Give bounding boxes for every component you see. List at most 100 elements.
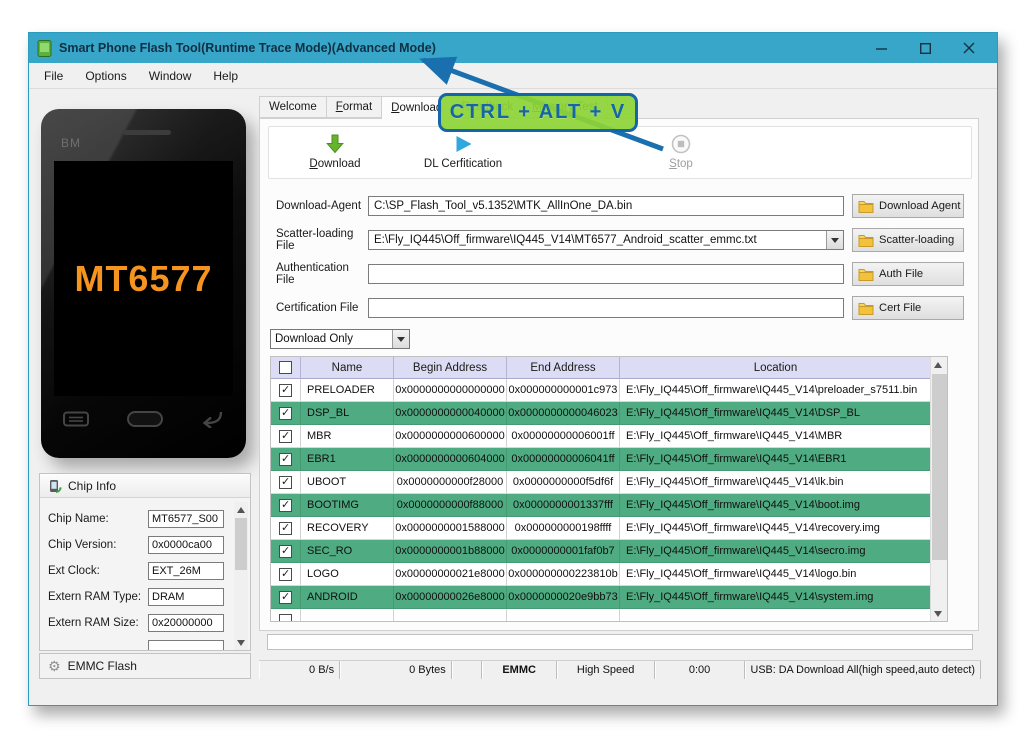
table-scrollbar[interactable] [930, 357, 947, 621]
folder-icon [858, 302, 874, 315]
cell-location: E:\Fly_IQ445\Off_firmware\IQ445_V14\MBR [626, 430, 843, 442]
tab-label: Format [335, 101, 373, 113]
tab-label: Download [391, 102, 443, 114]
menu-help[interactable]: Help [202, 65, 249, 87]
table-header-cell[interactable] [271, 357, 301, 379]
title-bar: Smart Phone Flash Tool(Runtime Trace Mod… [29, 33, 997, 63]
menu-window[interactable]: Window [138, 65, 203, 87]
cell-end-address: 0x0000000001337fff [513, 499, 613, 511]
table-header-cell[interactable]: Name [301, 357, 394, 379]
dl-certification-button[interactable]: DL Cerfitication [403, 127, 523, 178]
progress-bar [267, 634, 973, 650]
table-row[interactable]: MBR 0x0000000000600000 0x00000000006001f… [271, 425, 932, 448]
cell-name: PRELOADER [307, 384, 375, 396]
dl-certification-label: DL Cerfitication [423, 158, 503, 170]
table-row[interactable]: LOGO 0x00000000021e8000 0x00000000022381… [271, 563, 932, 586]
chip-field-label: Ext Clock: [48, 565, 100, 577]
chip-field-label: Chip Version: [48, 539, 117, 551]
table-row[interactable]: UBOOT 0x0000000000f28000 0x0000000000f5d… [271, 471, 932, 494]
select-all-checkbox[interactable] [279, 361, 292, 374]
minimize-icon[interactable] [861, 35, 901, 61]
table-row[interactable]: BOOTIMG 0x0000000000f88000 0x00000000013… [271, 494, 932, 517]
field-label: Certification File [276, 302, 359, 314]
cell-begin-address: 0x0000000000600000 [395, 430, 505, 442]
cell-location: E:\Fly_IQ445\Off_firmware\IQ445_V14\lk.b… [626, 476, 844, 488]
phone-soft-keys [63, 406, 224, 432]
cell-location: E:\Fly_IQ445\Off_firmware\IQ445_V14\EBR1 [626, 453, 847, 465]
table-header-cell[interactable]: End Address [507, 357, 620, 379]
certification-browse-button[interactable]: Cert File [852, 296, 964, 320]
tab-format[interactable]: Format [325, 96, 382, 118]
status-cell: 0 B/s [259, 661, 341, 679]
download-agent-input[interactable] [368, 196, 844, 216]
chip-field-value [148, 536, 224, 554]
cell-end-address: 0x0000000000046023 [508, 407, 618, 419]
scatter-loading-row: Scatter-loading File Scatter-loading [276, 223, 964, 257]
phone-image: BM MT6577 [41, 109, 246, 458]
download-action-button[interactable]: Download [287, 127, 383, 178]
row-checkbox[interactable] [279, 544, 292, 558]
table-row[interactable]: DSP_BL 0x0000000000040000 0x000000000004… [271, 402, 932, 425]
row-checkbox[interactable] [279, 475, 292, 489]
browse-button-label: Download Agent [879, 200, 961, 212]
scroll-up-icon[interactable] [234, 502, 248, 516]
chip-field-label: Extern RAM Size: [48, 617, 139, 629]
row-checkbox[interactable] [279, 521, 292, 535]
table-row[interactable]: EBR1 0x0000000000604000 0x00000000006041… [271, 448, 932, 471]
scrollbar-thumb[interactable] [235, 518, 247, 570]
scatter-loading-input[interactable] [368, 230, 844, 250]
field-label: Scatter-loading File [276, 228, 354, 252]
download-mode-select[interactable]: Download Only [270, 329, 410, 349]
chip-info-scrollbar[interactable] [234, 502, 248, 650]
cell-location: E:\Fly_IQ445\Off_firmware\IQ445_V14\boot… [626, 499, 860, 511]
cell-location: E:\Fly_IQ445\Off_firmware\IQ445_V14\secr… [626, 545, 866, 557]
cell-name: ANDROID [307, 591, 358, 603]
menu-bar: File Options Window Help [29, 63, 997, 89]
table-row[interactable]: ANDROID 0x00000000026e8000 0x0000000020e… [271, 586, 932, 609]
menu-options[interactable]: Options [74, 65, 137, 87]
cell-end-address: 0x0000000020e9bb73 [508, 591, 618, 603]
cell-location: E:\Fly_IQ445\Off_firmware\IQ445_V14\syst… [626, 591, 874, 603]
table-header-cell[interactable]: Begin Address [394, 357, 507, 379]
row-checkbox[interactable] [279, 590, 292, 604]
table-row[interactable]: SEC_RO 0x0000000001b88000 0x0000000001fa… [271, 540, 932, 563]
table-row[interactable]: RECOVERY 0x0000000001588000 0x0000000001… [271, 517, 932, 540]
scrollbar-thumb[interactable] [932, 374, 947, 560]
row-checkbox[interactable] [279, 383, 292, 397]
close-icon[interactable] [949, 35, 989, 61]
row-checkbox[interactable] [279, 406, 292, 420]
chip-info-panel: Chip Info Chip Name: Chip Version: Ext C… [39, 473, 251, 651]
scroll-down-icon[interactable] [931, 607, 945, 621]
shortcut-callout: CTRL + ALT + V [438, 93, 638, 132]
row-checkbox[interactable] [279, 429, 292, 443]
cell-name: EBR1 [307, 453, 336, 465]
chip-extra-row [48, 636, 250, 650]
maximize-icon[interactable] [905, 35, 945, 61]
chevron-down-icon[interactable] [826, 231, 843, 249]
stop-button[interactable]: Stop [651, 127, 711, 178]
table-row[interactable] [271, 609, 932, 621]
chip-info-title: Chip Info [68, 478, 117, 493]
row-checkbox[interactable] [279, 498, 292, 512]
table-row[interactable]: PRELOADER 0x0000000000000000 0x000000000… [271, 379, 932, 402]
scroll-down-icon[interactable] [234, 636, 248, 650]
certification-input[interactable] [368, 298, 844, 318]
table-header-cell[interactable]: Location [620, 357, 932, 379]
row-checkbox[interactable] [279, 567, 292, 581]
cell-end-address: 0x000000000223810b [508, 568, 618, 580]
tab-welcome[interactable]: Welcome [259, 96, 326, 118]
emmc-flash-bar: ⚙ EMMC Flash [39, 653, 251, 679]
row-checkbox[interactable] [279, 452, 292, 466]
authentication-browse-button[interactable]: Auth File [852, 262, 964, 286]
row-checkbox[interactable] [279, 613, 292, 621]
phone-chip-label: MT6577 [74, 257, 213, 299]
cell-name: UBOOT [307, 476, 347, 488]
scroll-up-icon[interactable] [931, 357, 945, 371]
scatter-loading-browse-button[interactable]: Scatter-loading [852, 228, 964, 252]
download-agent-browse-button[interactable]: Download Agent [852, 194, 964, 218]
chevron-down-icon[interactable] [392, 330, 409, 348]
authentication-input[interactable] [368, 264, 844, 284]
menu-file[interactable]: File [33, 65, 74, 87]
chip-field-value [148, 562, 224, 580]
cell-end-address: 0x000000000001c973 [508, 384, 618, 396]
